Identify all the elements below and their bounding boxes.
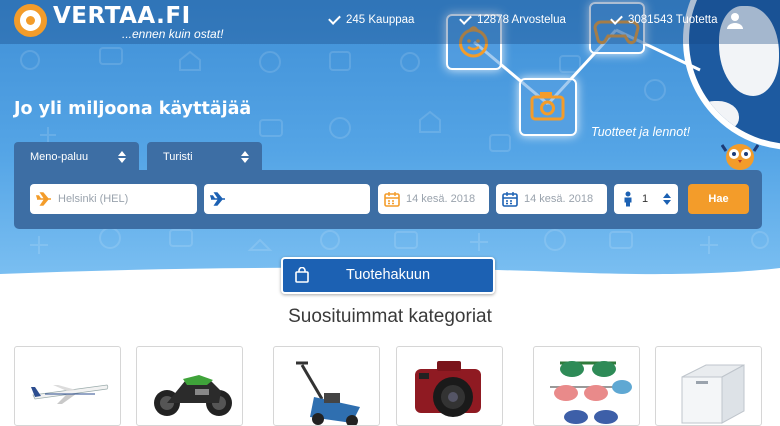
- lawn-mower-image: [296, 361, 360, 425]
- chest-freezer-image: [681, 364, 745, 424]
- vertaa-logo[interactable]: VERTAA.FI ...ennen kuin ostat!: [14, 3, 244, 43]
- return-date-field[interactable]: 14 kesä. 2018: [496, 184, 607, 214]
- motorcycle-image: [154, 375, 232, 416]
- product-search-label: Tuotehakuun: [345, 267, 431, 283]
- user-icon[interactable]: [726, 12, 744, 30]
- calendar-icon: [384, 192, 400, 207]
- stat-stores: 245 Kauppaa: [328, 12, 415, 26]
- select-caret-icon: [241, 151, 249, 163]
- origin-value: Helsinki (HEL): [58, 193, 129, 205]
- depart-date-field[interactable]: 14 kesä. 2018: [378, 184, 489, 214]
- select-caret-icon: [118, 151, 126, 163]
- calendar-icon: [502, 192, 518, 207]
- flight-search-panel: Helsinki (HEL) 14 kesä. 2018 14 kesä. 20…: [14, 170, 762, 229]
- check-icon: [459, 12, 472, 25]
- logo-text: VERTAA.FI: [53, 3, 191, 29]
- passenger-count: 1: [642, 193, 649, 205]
- stat-reviews: 12878 Arvostelua: [459, 12, 566, 26]
- trip-type-value: Meno-paluu: [30, 151, 89, 163]
- check-icon: [328, 12, 341, 25]
- hero-note: Tuotteet ja lennot!: [591, 125, 691, 139]
- cabin-class-value: Turisti: [163, 151, 193, 163]
- person-icon: [624, 191, 632, 207]
- product-search-button[interactable]: Tuotehakuun: [281, 257, 495, 294]
- sunglasses-image: [550, 361, 632, 424]
- passenger-stepper[interactable]: 1: [614, 184, 678, 214]
- stat-label: 3081543 Tuotetta: [628, 14, 718, 26]
- categories-title: Suosituimmat kategoriat: [288, 306, 492, 327]
- stat-products: 3081543 Tuotetta: [610, 12, 718, 26]
- cabin-class-select[interactable]: Turisti: [147, 142, 262, 172]
- camera-image: [415, 361, 481, 417]
- origin-field[interactable]: Helsinki (HEL): [30, 184, 197, 214]
- logo-mark-icon: [14, 4, 47, 37]
- category-card-camera[interactable]: [396, 346, 503, 426]
- hero-headline: Jo yli miljoona käyttäjää: [14, 99, 252, 119]
- return-date-value: 14 kesä. 2018: [524, 193, 594, 205]
- category-card-airplane[interactable]: [14, 346, 121, 426]
- stat-label: 245 Kauppaa: [346, 14, 415, 26]
- departure-plane-icon: [36, 192, 51, 206]
- airplane-image: [31, 384, 109, 404]
- depart-date-value: 14 kesä. 2018: [406, 193, 476, 205]
- hero-banner: VERTAA.FI ...ennen kuin ostat! 245 Kaupp…: [0, 0, 780, 282]
- check-icon: [610, 12, 623, 25]
- category-card-freezer[interactable]: [655, 346, 762, 426]
- stat-label: 12878 Arvostelua: [477, 14, 566, 26]
- category-card-motorcycle[interactable]: [136, 346, 243, 426]
- category-card-sunglasses[interactable]: [533, 346, 640, 426]
- stepper-caret-icon[interactable]: [663, 193, 671, 205]
- trip-type-select[interactable]: Meno-paluu: [14, 142, 139, 172]
- logo-tagline: ...ennen kuin ostat!: [122, 27, 224, 41]
- category-card-lawn-mower[interactable]: [273, 346, 380, 426]
- owl-mascot-icon: [721, 144, 759, 170]
- search-button[interactable]: Hae: [688, 184, 749, 214]
- arrival-plane-icon: [210, 192, 225, 206]
- destination-field[interactable]: [204, 184, 370, 214]
- camera-tile: [519, 78, 577, 136]
- camera-icon: [530, 92, 565, 121]
